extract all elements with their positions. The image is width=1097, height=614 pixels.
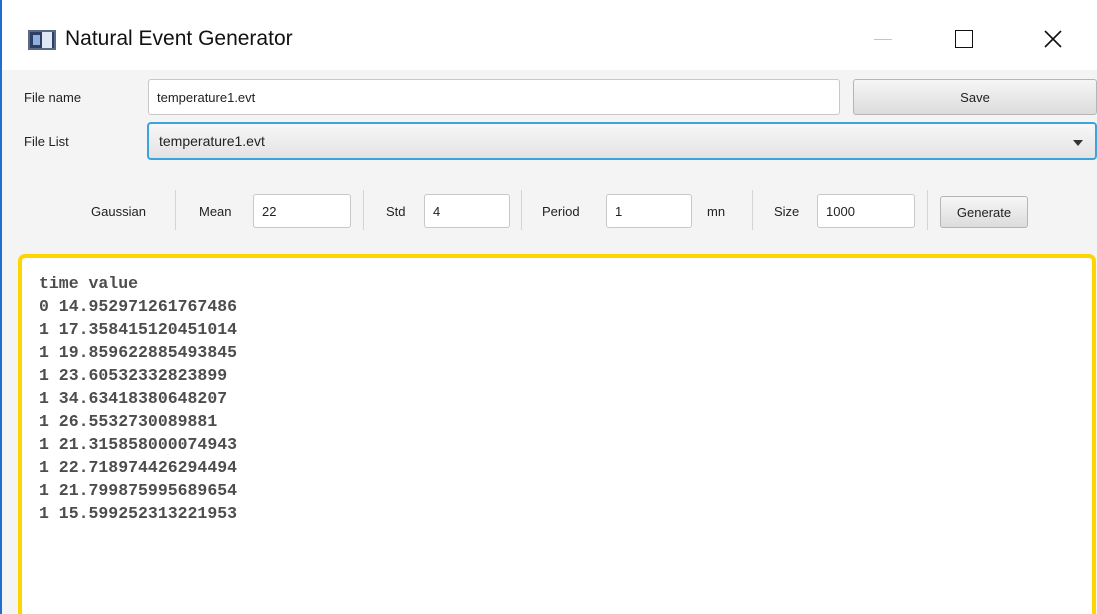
output-line: 1 17.358415120451014: [39, 320, 238, 339]
output-line: 1 19.859622885493845: [39, 343, 238, 362]
output-line: 1 26.5532730089881: [39, 412, 218, 431]
output-line: 1 34.63418380648207: [39, 389, 228, 408]
period-label: Period: [542, 204, 580, 219]
output-textarea[interactable]: time value 0 14.952971261767486 1 17.358…: [18, 254, 1096, 614]
window-title: Natural Event Generator: [65, 27, 293, 50]
maximize-icon: [955, 30, 973, 48]
separator: [752, 190, 753, 230]
minimize-button[interactable]: [860, 18, 906, 60]
close-button[interactable]: [1030, 18, 1076, 60]
size-label: Size: [774, 204, 800, 219]
period-unit-label: mn: [707, 204, 726, 219]
file-list-dropdown[interactable]: temperature1.evt: [147, 122, 1097, 160]
file-name-input[interactable]: temperature1.evt: [148, 79, 840, 115]
output-line: 1 15.599252313221953: [39, 504, 238, 523]
chevron-down-icon: [1073, 140, 1083, 146]
main-content: File name temperature1.evt Save File Lis…: [2, 70, 1097, 614]
file-name-label: File name: [24, 90, 82, 105]
output-line: 1 21.315858000074943: [39, 435, 238, 454]
title-bar[interactable]: Natural Event Generator: [2, 0, 1097, 78]
std-input[interactable]: 4: [424, 194, 510, 228]
minimize-icon: [874, 38, 892, 40]
output-line: time value: [39, 274, 139, 293]
std-label: Std: [386, 204, 406, 219]
separator: [927, 190, 928, 230]
mean-input[interactable]: 22: [253, 194, 351, 228]
window-app-icon: [28, 30, 56, 50]
save-button[interactable]: Save: [853, 79, 1097, 115]
output-line: 0 14.952971261767486: [39, 297, 238, 316]
file-list-selected: temperature1.evt: [159, 133, 265, 149]
output-line: 1 22.718974426294494: [39, 458, 238, 477]
generate-button[interactable]: Generate: [940, 196, 1028, 228]
output-line: 1 23.60532332823899: [39, 366, 228, 385]
size-input[interactable]: 1000: [817, 194, 915, 228]
close-icon: [1044, 30, 1062, 48]
separator: [521, 190, 522, 230]
app-window: Natural Event Generator File name temper…: [0, 0, 1097, 614]
maximize-button[interactable]: [941, 18, 987, 60]
period-input[interactable]: 1: [606, 194, 692, 228]
mean-label: Mean: [199, 204, 232, 219]
output-line: 1 21.799875995689654: [39, 481, 238, 500]
distribution-label: Gaussian: [91, 204, 146, 219]
separator: [363, 190, 364, 230]
separator: [175, 190, 176, 230]
file-list-label: File List: [24, 134, 69, 149]
